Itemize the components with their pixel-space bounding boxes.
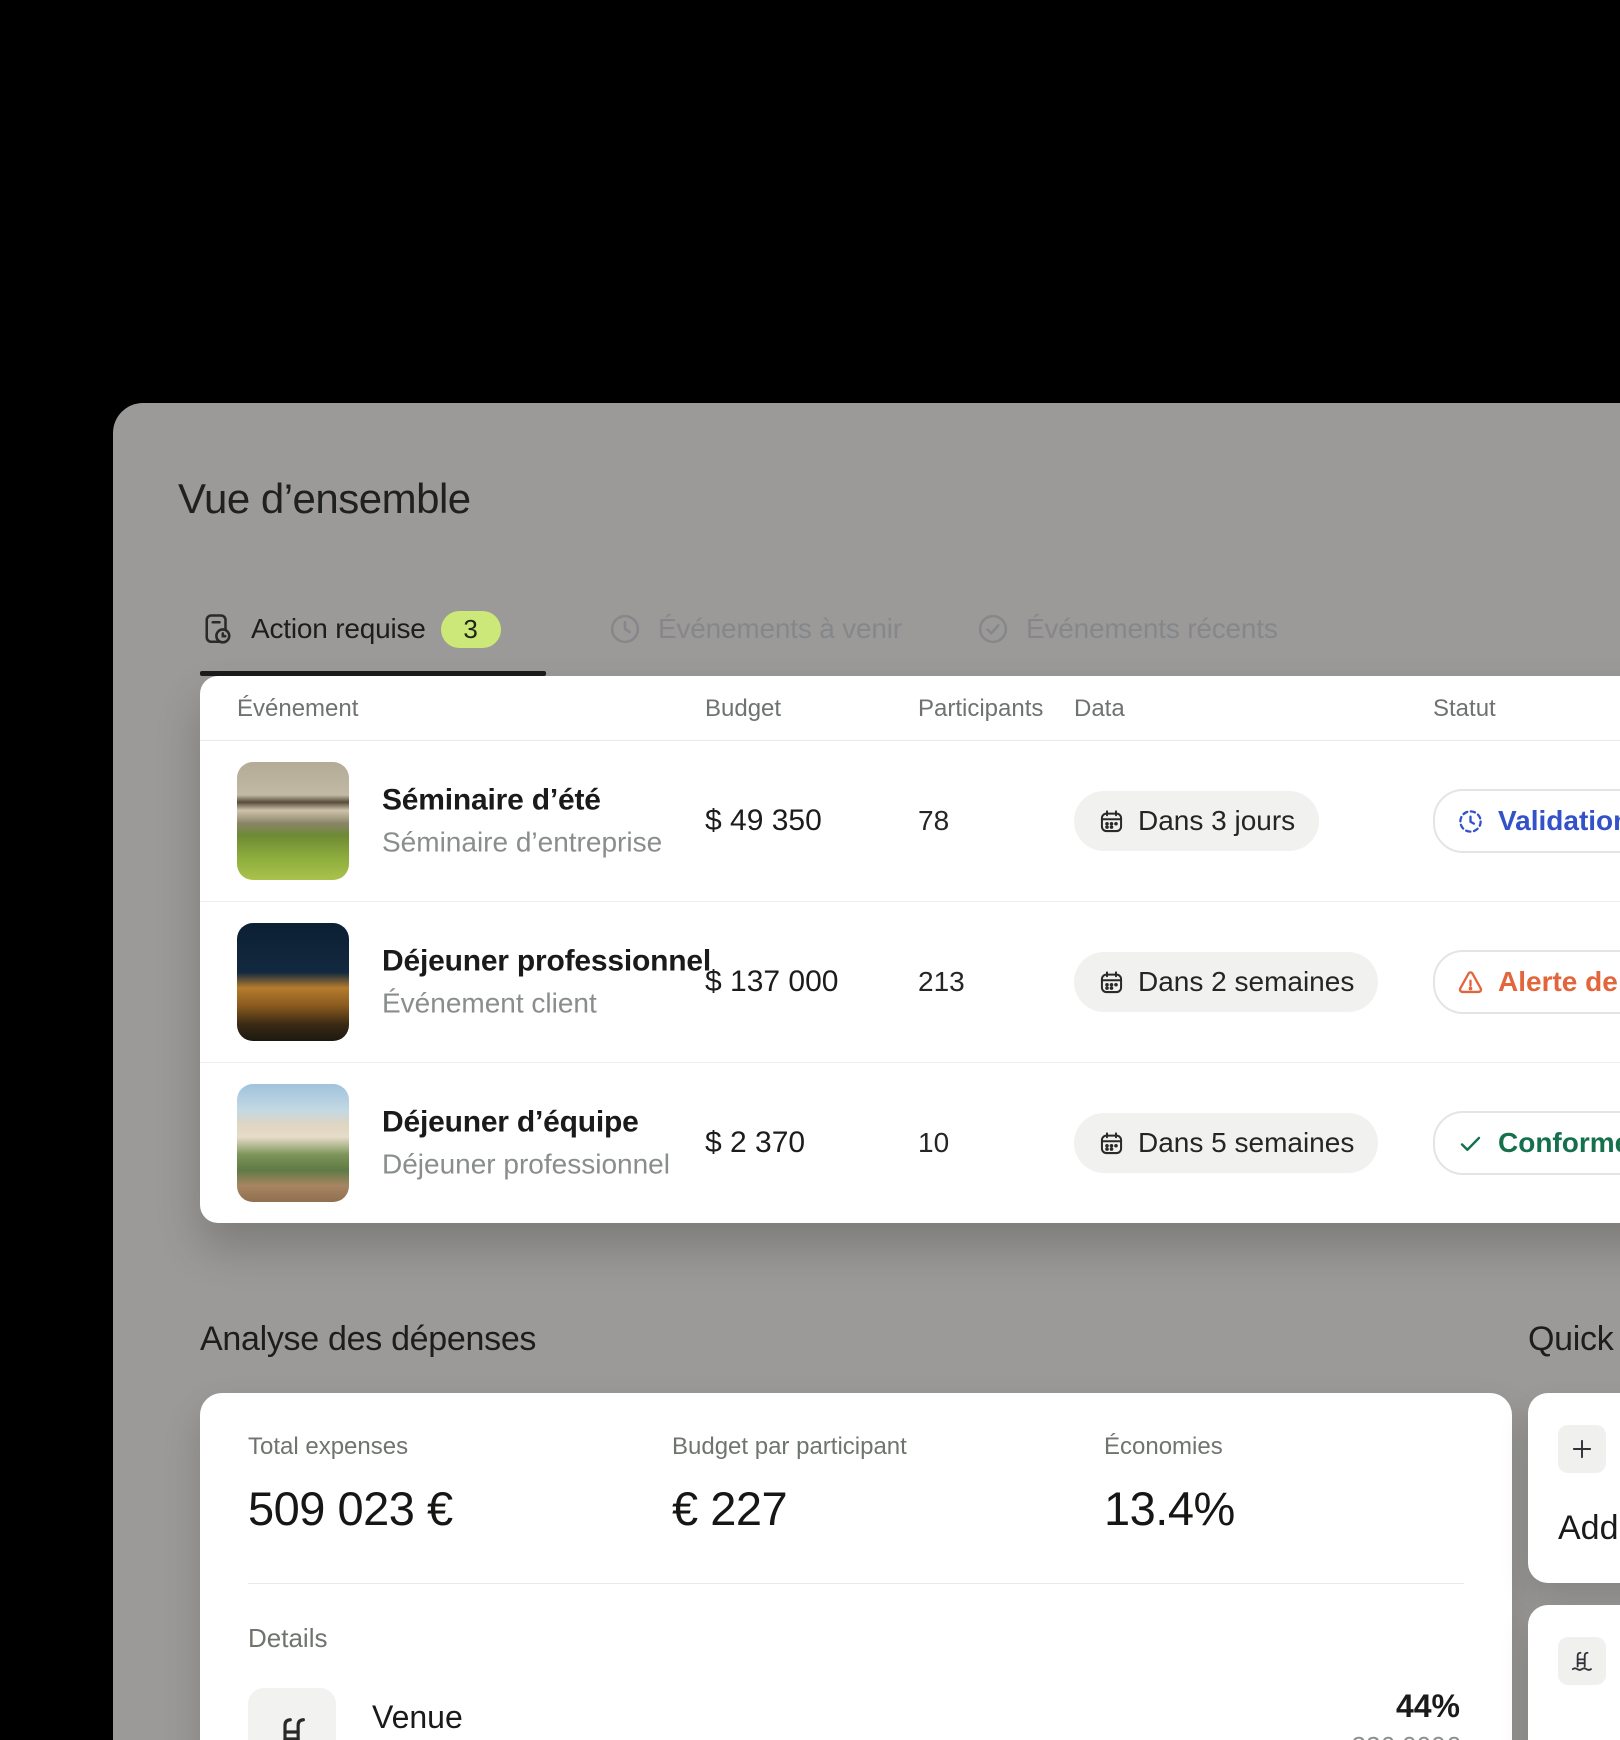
tab-action-requise-label: Action requise: [251, 613, 426, 645]
stat-budget-per-participant: Budget par participant € 227: [672, 1433, 907, 1536]
plus-icon-box[interactable]: [1558, 1425, 1606, 1473]
expenses-heading: Analyse des dépenses: [200, 1320, 536, 1359]
table-row[interactable]: Séminaire d’été Séminaire d’entreprise $…: [200, 741, 1620, 902]
stat-label: Économies: [1104, 1433, 1235, 1461]
event-title: Déjeuner d’équipe: [382, 1106, 670, 1140]
pool-ladder-icon: [1569, 1648, 1595, 1674]
col-statut: Statut: [1433, 676, 1496, 742]
event-date-badge: Dans 2 semaines: [1074, 952, 1378, 1012]
event-title: Séminaire d’été: [382, 784, 662, 818]
status-label: Conforme: [1498, 1127, 1620, 1159]
tab-evenements-a-venir[interactable]: Événements à venir: [607, 603, 902, 655]
check-circle-icon: [975, 611, 1011, 647]
tab-evenements-recents-label: Événements récents: [1026, 613, 1278, 645]
event-date-label: Dans 3 jours: [1138, 805, 1295, 837]
event-participants: 10: [918, 1127, 949, 1159]
event-date-label: Dans 2 semaines: [1138, 966, 1354, 998]
event-budget: $ 49 350: [705, 804, 822, 838]
page-title: Vue d’ensemble: [178, 475, 471, 523]
check-icon: [1456, 1129, 1485, 1158]
pending-clock-icon: [1456, 807, 1485, 836]
stat-value: 13.4%: [1104, 1481, 1235, 1536]
tab-action-requise[interactable]: Action requise 3: [200, 603, 501, 655]
calendar-icon: [1098, 969, 1125, 996]
tab-action-requise-badge: 3: [441, 611, 501, 648]
dashboard-panel: Vue d’ensemble Action requise 3 Événemen…: [113, 403, 1620, 1740]
quick-actions-heading: Quick actions: [1528, 1320, 1620, 1359]
venue-percent: 44%: [1396, 1688, 1460, 1725]
event-title: Déjeuner professionnel: [382, 945, 711, 979]
document-clock-icon: [200, 611, 236, 647]
stat-label: Total expenses: [248, 1433, 453, 1461]
tab-evenements-a-venir-label: Événements à venir: [658, 613, 902, 645]
event-thumbnail: [237, 1084, 349, 1202]
event-budget: $ 137 000: [705, 965, 838, 999]
status-badge: Conforme: [1433, 1111, 1620, 1175]
status-label: Validation requise: [1498, 805, 1620, 837]
details-label: Details: [248, 1623, 327, 1654]
event-participants: 213: [918, 966, 965, 998]
pool-ladder-icon-box[interactable]: [1558, 1637, 1606, 1685]
screen: Vue d’ensemble Action requise 3 Événemen…: [0, 0, 1620, 1740]
calendar-icon: [1098, 808, 1125, 835]
venue-ladder-icon: [271, 1711, 313, 1740]
col-budget: Budget: [705, 676, 781, 742]
calendar-icon: [1098, 1130, 1125, 1157]
event-date-badge: Dans 5 semaines: [1074, 1113, 1378, 1173]
col-evenement: Événement: [237, 676, 358, 742]
event-subtitle: Événement client: [382, 988, 711, 1020]
add-event-label: Add event: [1558, 1509, 1620, 1548]
event-thumbnail: [237, 923, 349, 1041]
col-data: Data: [1074, 676, 1125, 742]
event-participants: 78: [918, 805, 949, 837]
event-budget: $ 2 370: [705, 1126, 805, 1160]
table-row[interactable]: Déjeuner d’équipe Déjeuner professionnel…: [200, 1063, 1620, 1223]
events-table: Événement Budget Participants Data Statu…: [200, 676, 1620, 1223]
warning-triangle-icon: [1456, 968, 1485, 997]
venue-amount: 226 000€: [1352, 1731, 1460, 1740]
status-badge: Alerte de coût: [1433, 950, 1620, 1014]
status-badge: Validation requise: [1433, 789, 1620, 853]
plus-icon: [1569, 1436, 1595, 1462]
quick-action-add-event[interactable]: Add event: [1528, 1393, 1620, 1583]
tab-evenements-recents[interactable]: Événements récents: [975, 603, 1278, 655]
stat-label: Budget par participant: [672, 1433, 907, 1461]
event-date-badge: Dans 3 jours: [1074, 791, 1319, 851]
stat-total-expenses: Total expenses 509 023 €: [248, 1433, 453, 1536]
stat-value: 509 023 €: [248, 1481, 453, 1536]
event-subtitle: Déjeuner professionnel: [382, 1149, 670, 1181]
event-thumbnail: [237, 762, 349, 880]
venue-label: Venue: [372, 1699, 463, 1736]
venue-icon-box: [248, 1688, 336, 1740]
quick-action-card[interactable]: [1528, 1605, 1620, 1740]
col-participants: Participants: [918, 676, 1043, 742]
expense-analysis-card: Total expenses 509 023 € Budget par part…: [200, 1393, 1512, 1740]
stat-value: € 227: [672, 1481, 907, 1536]
event-date-label: Dans 5 semaines: [1138, 1127, 1354, 1159]
event-subtitle: Séminaire d’entreprise: [382, 827, 662, 859]
stat-economies: Économies 13.4%: [1104, 1433, 1235, 1536]
table-header: Événement Budget Participants Data Statu…: [200, 676, 1620, 741]
status-label: Alerte de coût: [1498, 966, 1620, 998]
divider: [248, 1583, 1464, 1584]
clock-icon: [607, 611, 643, 647]
table-row[interactable]: Déjeuner professionnel Événement client …: [200, 902, 1620, 1063]
